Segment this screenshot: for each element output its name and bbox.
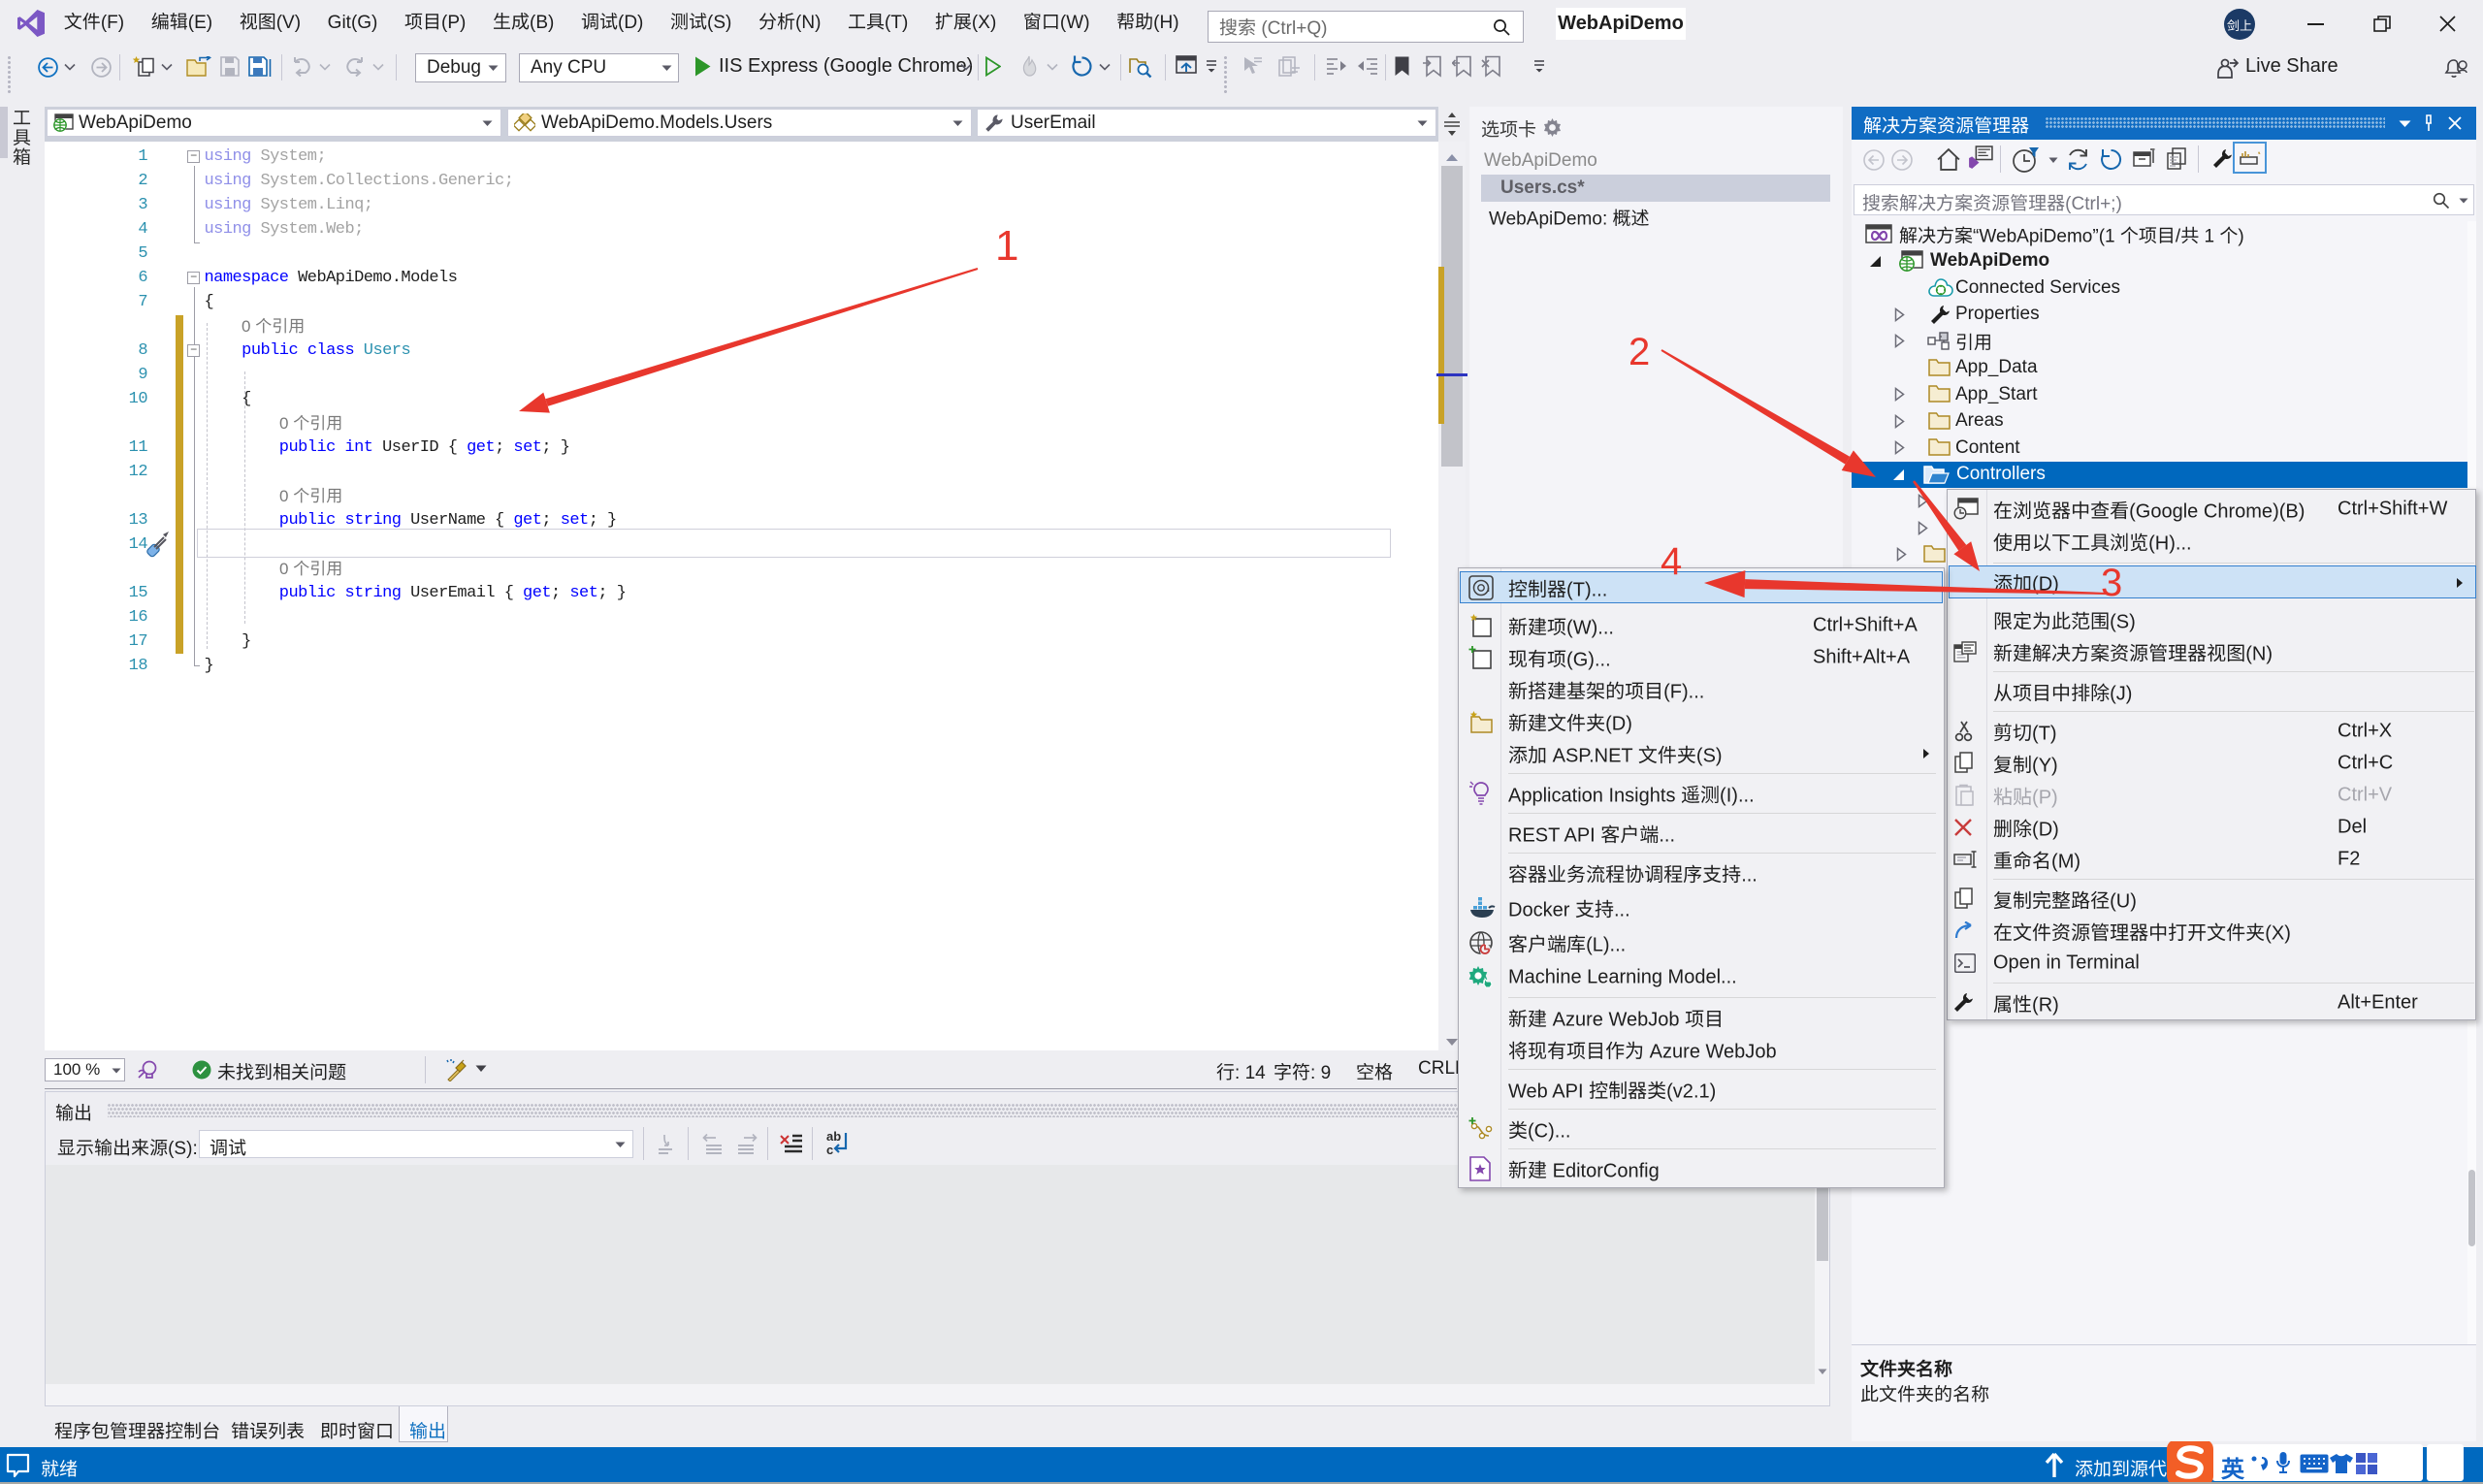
svg-text:c: c	[826, 1143, 833, 1157]
